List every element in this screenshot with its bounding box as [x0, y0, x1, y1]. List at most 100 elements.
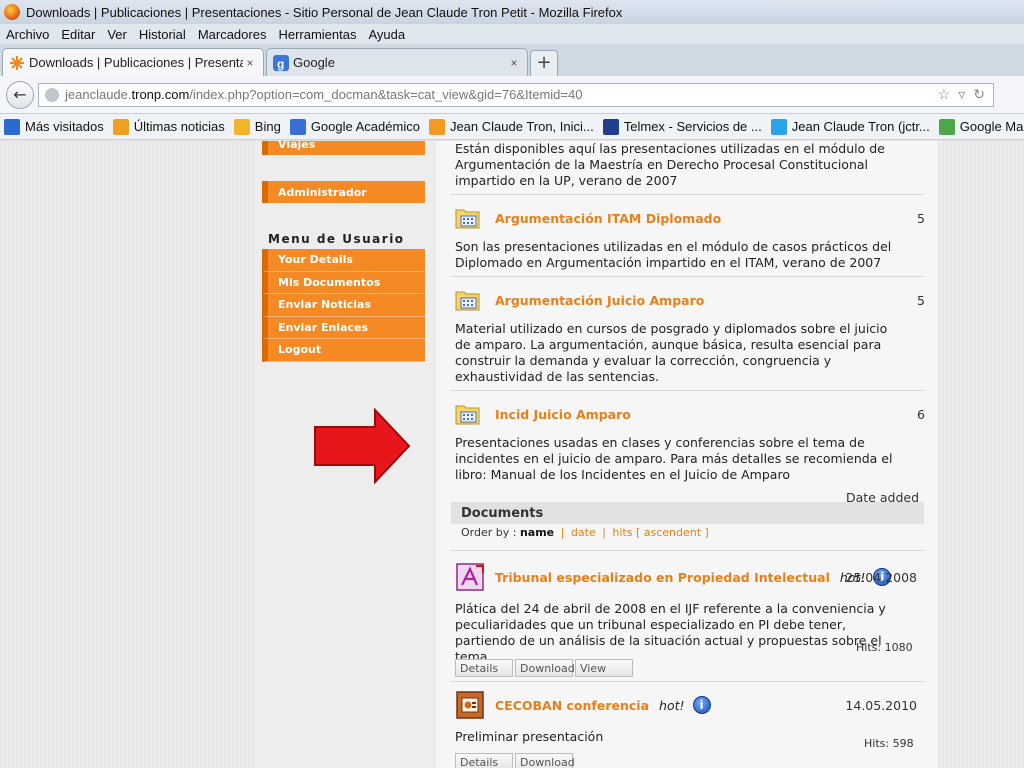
order-by-date[interactable]: date: [571, 526, 596, 539]
download-button[interactable]: Download: [515, 753, 575, 768]
menu-mis-documentos[interactable]: Mis Documentos: [262, 271, 425, 294]
divider: [451, 681, 924, 682]
address-bar[interactable]: jeanclaude. tronp.com/index.php?option=co…: [38, 82, 994, 107]
view-button[interactable]: View: [575, 659, 633, 677]
details-button[interactable]: Details: [455, 753, 513, 768]
menu-archivo[interactable]: Archivo: [6, 27, 49, 42]
order-by-label: Order by :: [461, 526, 517, 539]
category-description: Material utilizado en cursos de posgrado…: [455, 321, 888, 384]
tab-close-icon[interactable]: ×: [243, 56, 257, 70]
menu-herramientas[interactable]: Herramientas: [278, 27, 356, 42]
reload-icon[interactable]: ↻: [973, 86, 985, 103]
bookmark-label: Últimas noticias: [133, 119, 225, 134]
bookmark-label: Telmex - Servicios de ...: [623, 119, 762, 134]
bookmark-label: Google Académico: [310, 119, 420, 134]
category-description: Son las presentaciones utilizadas en el …: [455, 239, 892, 270]
order-direction[interactable]: [ ascendent ]: [636, 526, 709, 539]
divider: [451, 276, 924, 277]
category-count: 6: [917, 406, 925, 422]
document-title[interactable]: Tribunal especializado en Propiedad Inte…: [495, 570, 830, 585]
presentation-document-icon: [456, 691, 484, 719]
menu-historial[interactable]: Historial: [139, 27, 186, 42]
bookmark-star-icon[interactable]: ☆: [938, 86, 951, 103]
dropdown-icon[interactable]: ▿: [958, 86, 965, 103]
document-row: Tribunal especializado en Propiedad Inte…: [455, 559, 925, 595]
bookmark-google-maps[interactable]: Google Maps: [938, 118, 1024, 135]
menu-enviar-enlaces[interactable]: Enviar Enlaces: [262, 316, 425, 339]
bookmark-bing[interactable]: Bing: [233, 118, 281, 135]
bookmark-label: Jean Claude Tron, Inici...: [449, 119, 594, 134]
documents-heading: Documents: [451, 502, 924, 524]
category-row[interactable]: Argumentación ITAM Diplomado 5: [455, 204, 925, 232]
window-titlebar: Downloads | Publicaciones | Presentacion…: [0, 0, 1024, 24]
bookmark-google-academico[interactable]: Google Académico: [289, 118, 420, 135]
document-description: Plática del 24 de abril de 2008 en el IJ…: [455, 601, 886, 664]
tab-label: Google: [293, 55, 335, 70]
menu-viajes[interactable]: Viajes: [262, 141, 425, 155]
info-icon[interactable]: i: [692, 696, 711, 714]
back-arrow-icon: ←: [13, 85, 27, 104]
menu-ver[interactable]: Ver: [107, 27, 127, 42]
user-menu: Your Details Mis Documentos Enviar Notic…: [262, 249, 425, 362]
download-button[interactable]: Download: [515, 659, 575, 677]
page-background-right: [938, 141, 1024, 768]
document-actions: Details Download: [455, 753, 575, 768]
page-background-left: [0, 141, 255, 768]
bookmark-mas-visitados[interactable]: Más visitados: [4, 118, 104, 135]
tab-close-icon[interactable]: ×: [507, 56, 521, 70]
google-favicon-icon: g: [273, 54, 289, 71]
new-tab-button[interactable]: +: [530, 50, 558, 76]
bookmark-label: Bing: [254, 119, 281, 134]
menu-editar[interactable]: Editar: [61, 27, 95, 42]
category-title[interactable]: Argumentación ITAM Diplomado: [495, 211, 895, 226]
menu-ayuda[interactable]: Ayuda: [368, 27, 405, 42]
details-button[interactable]: Details: [455, 659, 513, 677]
category-row[interactable]: Incid Juicio Amparo 6: [455, 400, 925, 428]
order-by-name[interactable]: name: [520, 526, 554, 539]
bookmark-label: Jean Claude Tron (jctr...: [791, 119, 930, 134]
tab-google[interactable]: g Google ×: [266, 48, 528, 76]
category-title[interactable]: Incid Juicio Amparo: [495, 407, 895, 422]
menu-your-details[interactable]: Your Details: [262, 249, 425, 272]
tab-strip: Downloads | Publicaciones | Presenta... …: [0, 44, 1024, 76]
folder-icon: [455, 209, 480, 229]
site-favicon-icon: [10, 55, 24, 70]
category-description: Están disponibles aquí las presentacione…: [455, 141, 885, 188]
category-title[interactable]: Argumentación Juicio Amparo: [495, 293, 895, 308]
order-by-hits[interactable]: hits: [612, 526, 632, 539]
main-content: Están disponibles aquí las presentacione…: [436, 141, 938, 768]
red-arrow-icon: [314, 408, 411, 484]
back-button[interactable]: ←: [6, 80, 34, 109]
url-path: /index.php?option=com_docman&task=cat_vi…: [189, 87, 583, 102]
bookmark-icon: [4, 118, 20, 135]
bookmark-twitter[interactable]: Jean Claude Tron (jctr...: [770, 118, 930, 135]
folder-icon: [455, 291, 480, 311]
tab-downloads[interactable]: Downloads | Publicaciones | Presenta... …: [2, 48, 264, 76]
bookmarks-toolbar: Más visitados Últimas noticias Bing Goog…: [0, 114, 1024, 140]
svg-text:g: g: [277, 57, 284, 71]
menu-marcadores[interactable]: Marcadores: [198, 27, 267, 42]
document-title[interactable]: CECOBAN conferencia: [495, 698, 649, 713]
url-prefix: jeanclaude.: [65, 87, 132, 102]
category-count: 5: [917, 210, 925, 226]
bookmark-label: Google Maps: [959, 119, 1024, 134]
menu-enviar-noticias[interactable]: Enviar Noticias: [262, 294, 425, 317]
folder-icon: [455, 405, 480, 425]
tab-label: Downloads | Publicaciones | Presenta...: [29, 55, 243, 70]
navigation-bar: ← jeanclaude. tronp.com/index.php?option=…: [0, 76, 1024, 114]
bookmark-telmex[interactable]: Telmex - Servicios de ...: [602, 118, 762, 135]
bookmark-ultimas-noticias[interactable]: Últimas noticias: [112, 118, 225, 135]
bookmark-label: Más visitados: [25, 119, 104, 134]
bing-icon: [233, 118, 250, 135]
category-count: 5: [917, 292, 925, 308]
menu-administrador[interactable]: Administrador: [262, 181, 425, 203]
menu-logout[interactable]: Logout: [262, 339, 425, 362]
category-row[interactable]: Argumentación Juicio Amparo 5: [455, 286, 925, 314]
document-date: 14.05.2010: [845, 697, 917, 713]
bookmark-jean-claude-inicio[interactable]: Jean Claude Tron, Inici...: [428, 118, 594, 135]
category-description: Presentaciones usadas en clases y confer…: [455, 435, 893, 482]
document-row: CECOBAN conferencia hot! i 14.05.2010: [455, 687, 925, 723]
google-maps-icon: [938, 118, 955, 135]
order-by-bar: Order by : name | date | hits [ ascenden…: [461, 526, 709, 539]
hot-badge: hot!: [659, 697, 685, 713]
